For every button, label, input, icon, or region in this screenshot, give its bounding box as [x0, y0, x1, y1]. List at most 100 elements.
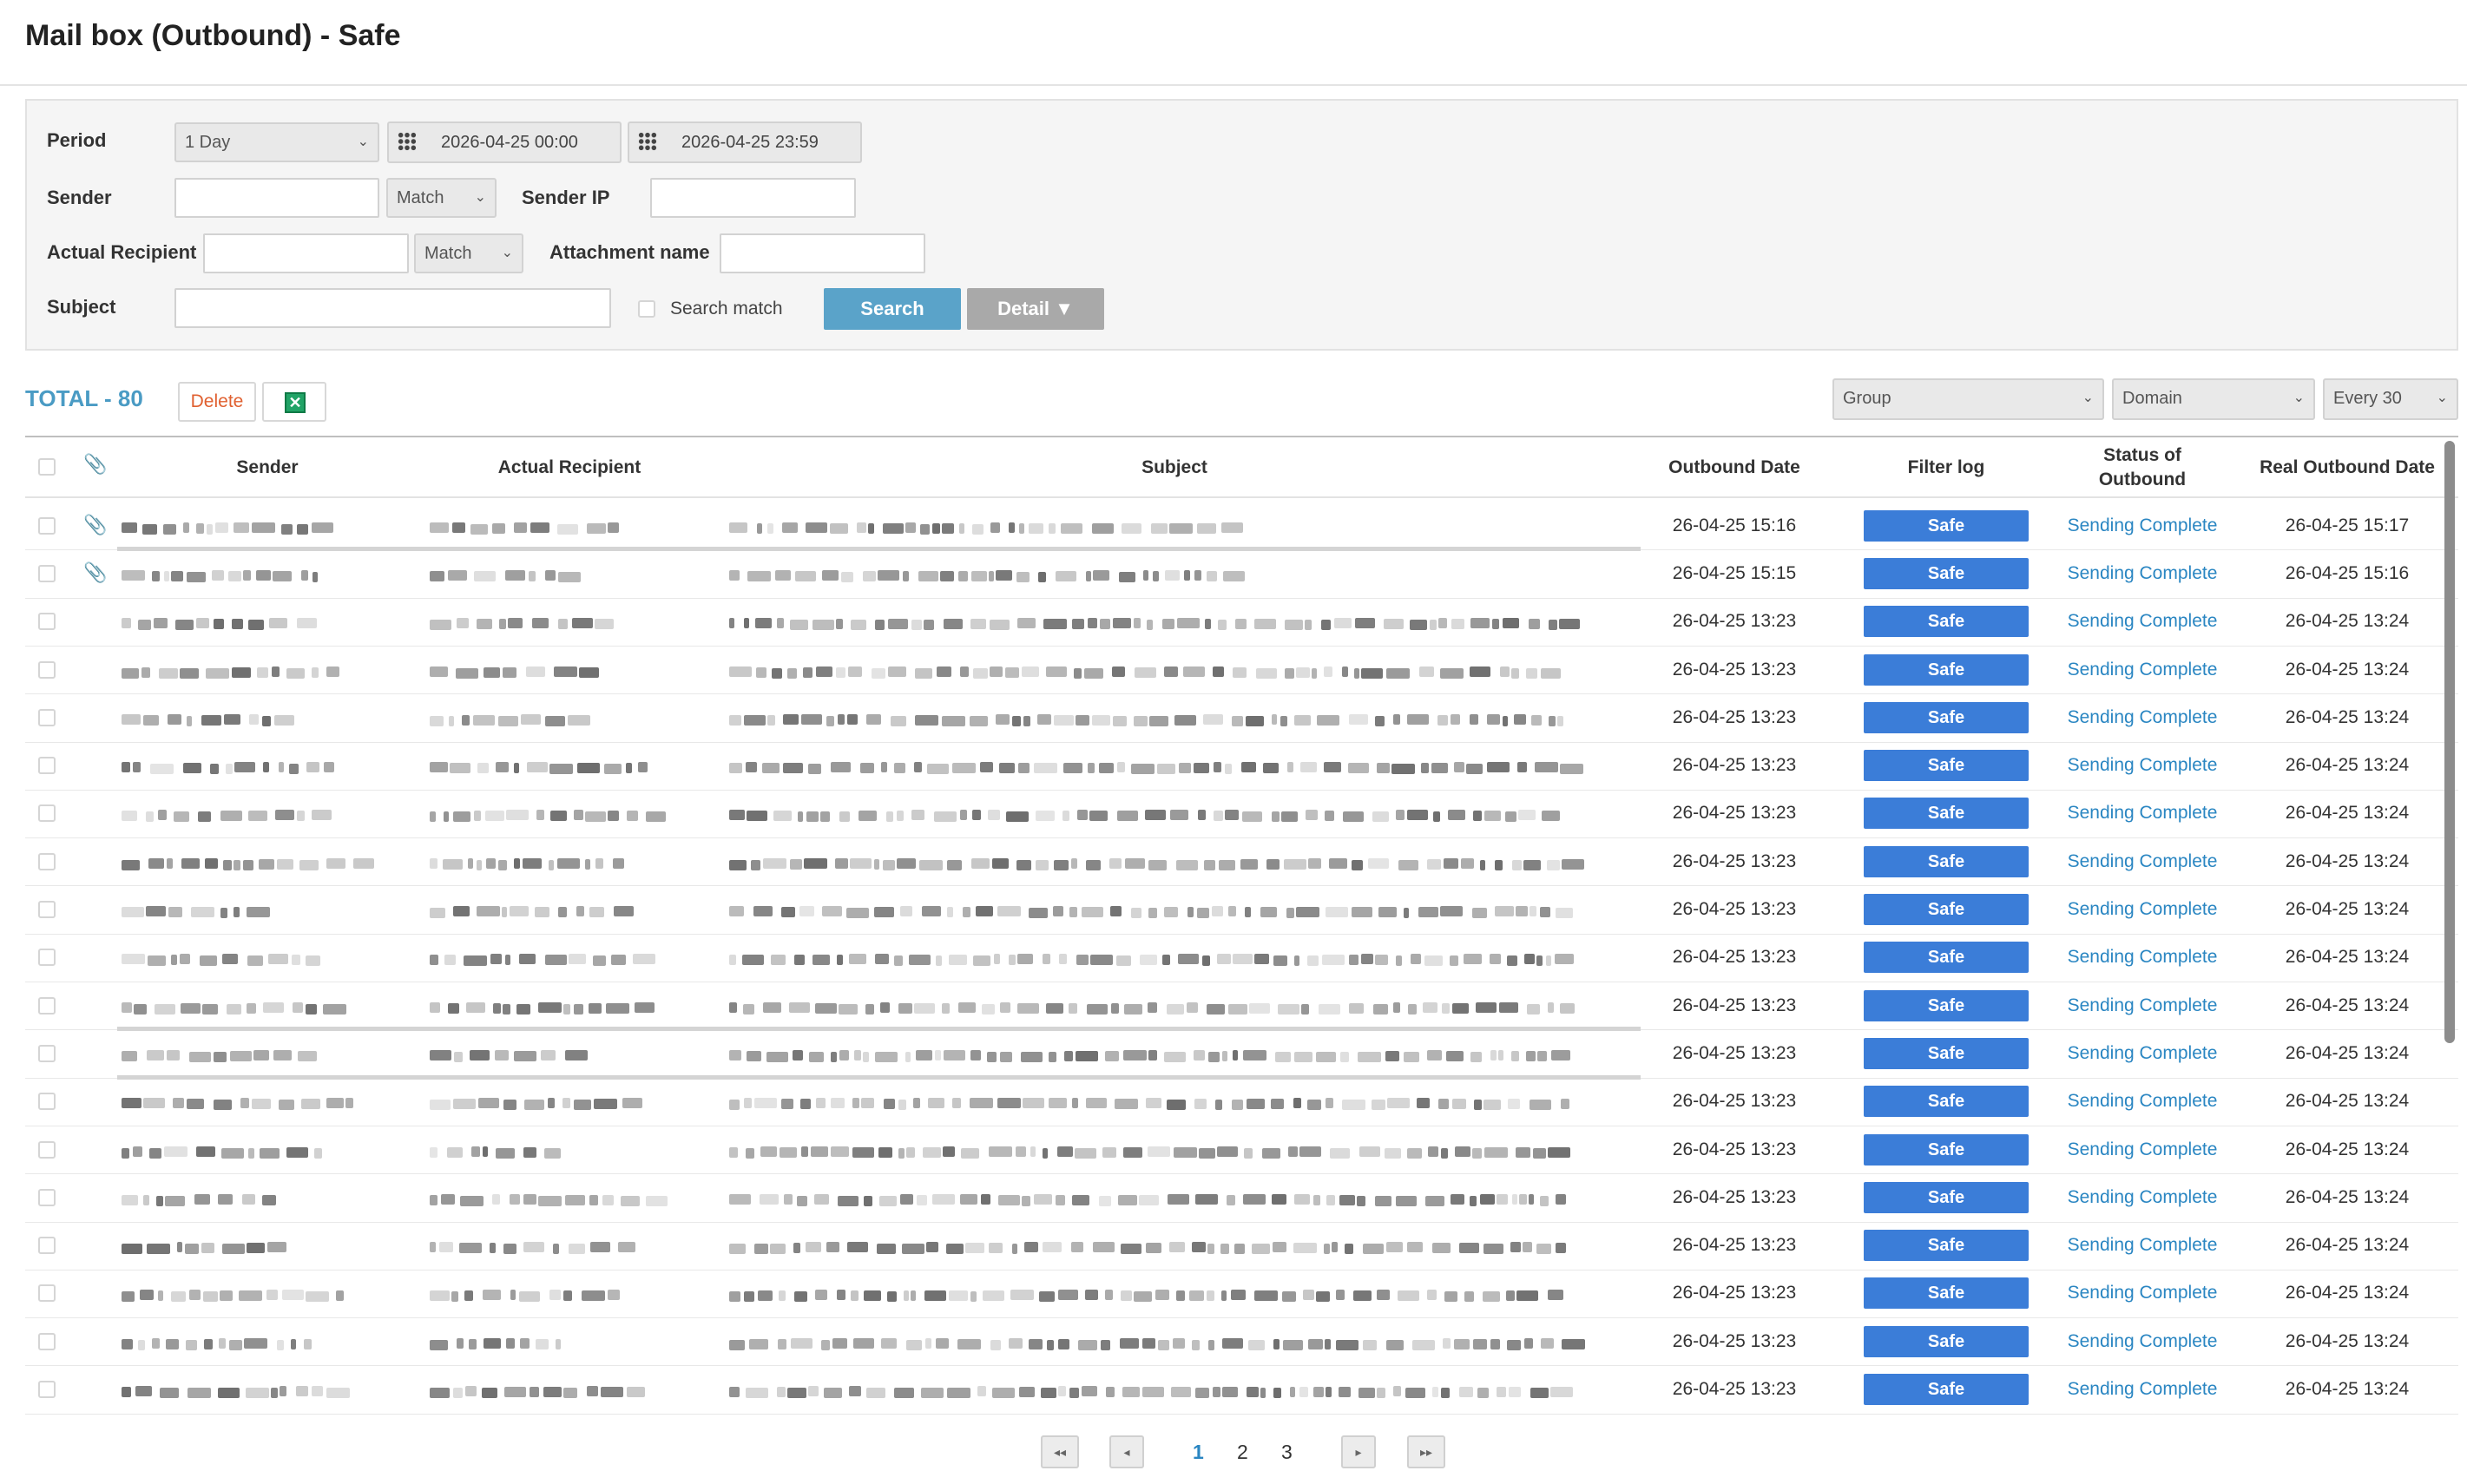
date-from-field[interactable]: 2026-04-25 00:00 [387, 121, 622, 163]
header-subject[interactable]: Subject [1088, 457, 1261, 478]
recipient-match-select[interactable]: Match ⌄ [414, 233, 523, 273]
row-checkbox[interactable] [38, 516, 56, 535]
row-checkbox[interactable] [38, 901, 56, 919]
status-link[interactable]: Sending Complete [2056, 707, 2229, 728]
status-link[interactable]: Sending Complete [2056, 899, 2229, 920]
filter-log-badge[interactable]: Safe [1864, 989, 2029, 1021]
every-select[interactable]: Every 30 ⌄ [2323, 378, 2458, 420]
row-checkbox[interactable] [38, 852, 56, 870]
search-button[interactable]: Search [824, 288, 961, 330]
status-link[interactable]: Sending Complete [2056, 1043, 2229, 1064]
header-real-outbound-date[interactable]: Real Outbound Date [2252, 457, 2443, 478]
row-checkbox[interactable] [38, 757, 56, 775]
page-2-link[interactable]: 2 [1237, 1441, 1248, 1464]
filter-log-badge[interactable]: Safe [1864, 1230, 2029, 1262]
row-checkbox[interactable] [38, 804, 56, 823]
group-separator [117, 547, 1641, 552]
row-checkbox[interactable] [38, 708, 56, 726]
status-link[interactable]: Sending Complete [2056, 1235, 2229, 1256]
date-to-field[interactable]: 2026-04-25 23:59 [628, 121, 862, 163]
page-1-link[interactable]: 1 [1193, 1441, 1204, 1464]
row-checkbox[interactable] [38, 1284, 56, 1303]
period-select[interactable]: 1 Day ⌄ [174, 122, 379, 162]
status-link[interactable]: Sending Complete [2056, 1187, 2229, 1208]
filter-log-badge[interactable]: Safe [1864, 653, 2029, 686]
status-link[interactable]: Sending Complete [2056, 1379, 2229, 1400]
redacted-text [613, 857, 624, 869]
delete-button[interactable]: Delete [178, 382, 256, 422]
status-link[interactable]: Sending Complete [2056, 611, 2229, 632]
header-recipient[interactable]: Actual Recipient [465, 457, 674, 478]
row-checkbox[interactable] [38, 1237, 56, 1255]
filter-log-badge[interactable]: Safe [1864, 1374, 2029, 1406]
row-checkbox[interactable] [38, 1188, 56, 1206]
filter-log-badge[interactable]: Safe [1864, 894, 2029, 926]
sender-match-select[interactable]: Match ⌄ [386, 178, 497, 218]
row-checkbox[interactable] [38, 613, 56, 631]
header-filter-log[interactable]: Filter log [1859, 457, 2033, 478]
last-page-button[interactable]: ▸▸ [1407, 1435, 1445, 1468]
row-checkbox[interactable] [38, 660, 56, 679]
filter-log-badge[interactable]: Safe [1864, 1037, 2029, 1069]
group-select[interactable]: Group ⌄ [1832, 378, 2104, 420]
filter-log-badge[interactable]: Safe [1864, 798, 2029, 830]
recipient-input[interactable] [203, 233, 409, 273]
status-link[interactable]: Sending Complete [2056, 851, 2229, 872]
status-link[interactable]: Sending Complete [2056, 563, 2229, 584]
filter-log-badge[interactable]: Safe [1864, 1133, 2029, 1166]
filter-log-badge[interactable]: Safe [1864, 1277, 2029, 1310]
detail-button[interactable]: Detail ▼ [967, 288, 1104, 330]
status-link[interactable]: Sending Complete [2056, 1139, 2229, 1160]
row-checkbox[interactable] [38, 996, 56, 1015]
header-outbound-date[interactable]: Outbound Date [1648, 457, 1821, 478]
status-link[interactable]: Sending Complete [2056, 995, 2229, 1016]
sender-input[interactable] [174, 178, 379, 218]
filter-log-badge[interactable]: Safe [1864, 557, 2029, 589]
select-all-checkbox[interactable] [38, 458, 56, 476]
filter-log-badge[interactable]: Safe [1864, 1325, 2029, 1357]
status-link[interactable]: Sending Complete [2056, 1283, 2229, 1303]
status-link[interactable]: Sending Complete [2056, 1091, 2229, 1112]
row-checkbox[interactable] [38, 1332, 56, 1350]
prev-page-button[interactable]: ◂ [1109, 1435, 1144, 1468]
filter-log-badge[interactable]: Safe [1864, 701, 2029, 733]
filter-log-badge[interactable]: Safe [1864, 509, 2029, 542]
row-checkbox[interactable] [38, 1093, 56, 1111]
redacted-text [1372, 1100, 1385, 1111]
filter-log-badge[interactable]: Safe [1864, 1181, 2029, 1213]
sender-ip-input[interactable] [650, 178, 856, 218]
redacted-text [526, 666, 545, 677]
status-link[interactable]: Sending Complete [2056, 1331, 2229, 1352]
filter-log-badge[interactable]: Safe [1864, 1086, 2029, 1118]
table-scrollbar[interactable] [2444, 441, 2455, 1043]
row-checkbox[interactable] [38, 1381, 56, 1399]
next-page-button[interactable]: ▸ [1341, 1435, 1376, 1468]
first-page-button[interactable]: ◂◂ [1041, 1435, 1079, 1468]
redacted-text [1090, 955, 1113, 966]
redacted-text [1391, 764, 1415, 775]
domain-select[interactable]: Domain ⌄ [2112, 378, 2315, 420]
row-checkbox[interactable] [38, 1140, 56, 1159]
status-link[interactable]: Sending Complete [2056, 660, 2229, 680]
filter-log-badge[interactable]: Safe [1864, 750, 2029, 782]
header-status[interactable]: Status of Outbound [2056, 443, 2229, 492]
status-link[interactable]: Sending Complete [2056, 803, 2229, 824]
redacted-text [549, 764, 573, 775]
redacted-text [430, 811, 436, 823]
row-checkbox[interactable] [38, 564, 56, 582]
row-checkbox[interactable] [38, 1044, 56, 1062]
status-link[interactable]: Sending Complete [2056, 755, 2229, 776]
redacted-text [203, 1291, 218, 1303]
filter-log-badge[interactable]: Safe [1864, 942, 2029, 974]
subject-input[interactable] [174, 288, 611, 328]
row-checkbox[interactable] [38, 949, 56, 967]
filter-log-badge[interactable]: Safe [1864, 845, 2029, 877]
page-3-link[interactable]: 3 [1281, 1441, 1293, 1464]
search-match-checkbox[interactable] [638, 300, 655, 318]
status-link[interactable]: Sending Complete [2056, 947, 2229, 968]
header-sender[interactable]: Sender [181, 457, 354, 478]
filter-log-badge[interactable]: Safe [1864, 606, 2029, 638]
attachment-input[interactable] [720, 233, 925, 273]
status-link[interactable]: Sending Complete [2056, 515, 2229, 536]
excel-export-button[interactable]: ✕ [262, 382, 326, 422]
